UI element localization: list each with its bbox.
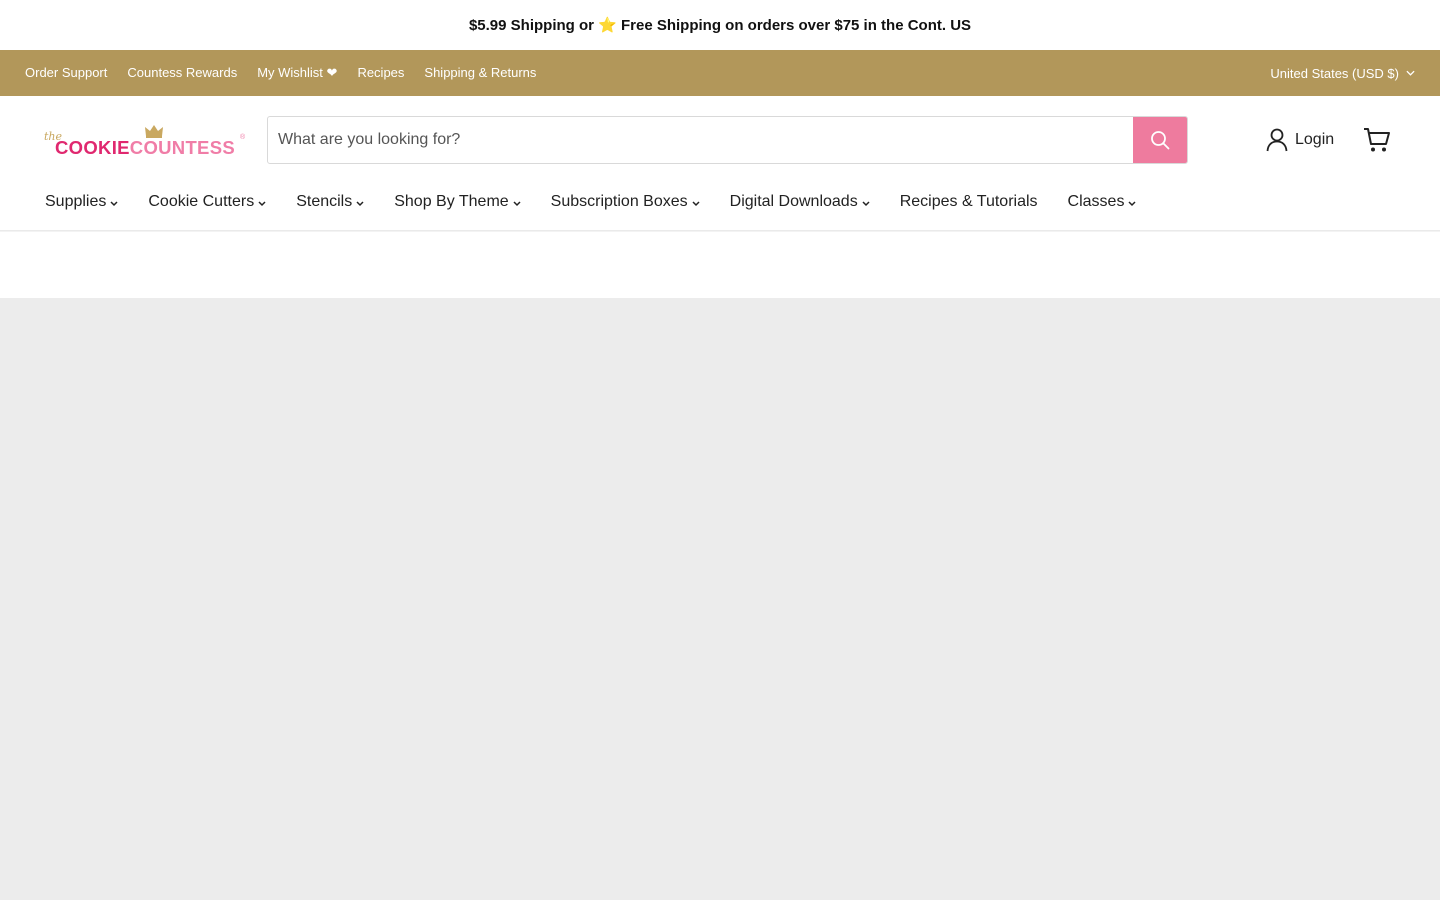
chevron-down-icon: [692, 201, 700, 207]
chevron-down-icon: [862, 201, 870, 207]
nav-item-digital-downloads[interactable]: Digital Downloads: [730, 193, 870, 211]
nav-item-label: Digital Downloads: [729, 193, 858, 210]
chevron-down-icon: [1406, 70, 1415, 76]
nav-item-label: Cookie Cutters: [148, 193, 255, 210]
search-form: [267, 116, 1188, 164]
chevron-down-icon: [1128, 201, 1136, 207]
registered-mark: ®: [240, 134, 246, 141]
currency-selector[interactable]: United States (USD $): [1270, 66, 1415, 81]
nav-item-supplies[interactable]: Supplies: [45, 193, 118, 211]
utility-link-order-support[interactable]: Order Support: [25, 65, 107, 81]
utility-link-recipes[interactable]: Recipes: [357, 65, 404, 81]
header-divider: [0, 230, 1440, 232]
chevron-down-icon: [356, 201, 364, 207]
chevron-down-icon: [110, 201, 118, 207]
nav-item-label: Classes: [1067, 193, 1125, 210]
utility-link-countess-rewards[interactable]: Countess Rewards: [127, 65, 237, 81]
cart-icon: [1364, 128, 1390, 152]
cart-button[interactable]: [1362, 126, 1392, 154]
nav-item-shop-by-theme[interactable]: Shop By Theme: [394, 193, 521, 211]
user-icon: [1266, 128, 1288, 152]
nav-item-stencils[interactable]: Stencils: [296, 193, 364, 211]
search-input[interactable]: [268, 117, 1133, 163]
chevron-down-icon: [258, 201, 266, 207]
nav-item-cookie-cutters[interactable]: Cookie Cutters: [148, 193, 266, 211]
search-button[interactable]: [1133, 117, 1187, 163]
nav-item-label: Shop By Theme: [394, 193, 509, 210]
nav-item-classes[interactable]: Classes: [1068, 193, 1137, 211]
announcement-bar: $5.99 Shipping or ⭐ Free Shipping on ord…: [0, 0, 1440, 50]
nav-item-label: Supplies: [45, 193, 107, 210]
nav-item-recipes-tutorials[interactable]: Recipes & Tutorials: [900, 193, 1038, 211]
utility-bar: Order Support Countess Rewards My Wishli…: [0, 50, 1440, 96]
nav-item-subscription-boxes[interactable]: Subscription Boxes: [551, 193, 700, 211]
logo-wordmark: COOKIECOUNTESS: [55, 137, 235, 159]
nav-item-label: Recipes & Tutorials: [899, 193, 1038, 210]
nav-item-label: Subscription Boxes: [550, 193, 688, 210]
logo-word-cookie: COOKIE: [55, 137, 130, 158]
login-label: Login: [1295, 131, 1335, 148]
main-nav: Supplies Cookie Cutters Stencils Shop By…: [45, 188, 1166, 216]
site-logo[interactable]: the COOKIECOUNTESS ®: [44, 125, 246, 160]
nav-item-label: Stencils: [296, 193, 353, 210]
utility-link-my-wishlist[interactable]: My Wishlist ❤: [257, 65, 337, 81]
logo-word-countess: COUNTESS: [129, 137, 235, 158]
login-link[interactable]: Login: [1266, 126, 1334, 154]
search-icon: [1151, 131, 1170, 150]
announcement-text: $5.99 Shipping or ⭐ Free Shipping on ord…: [468, 17, 972, 34]
utility-link-shipping-returns[interactable]: Shipping & Returns: [424, 65, 536, 81]
crown-icon: [145, 125, 163, 138]
currency-label: United States (USD $): [1270, 65, 1399, 81]
utility-links: Order Support Countess Rewards My Wishli…: [25, 65, 536, 81]
chevron-down-icon: [513, 201, 521, 207]
